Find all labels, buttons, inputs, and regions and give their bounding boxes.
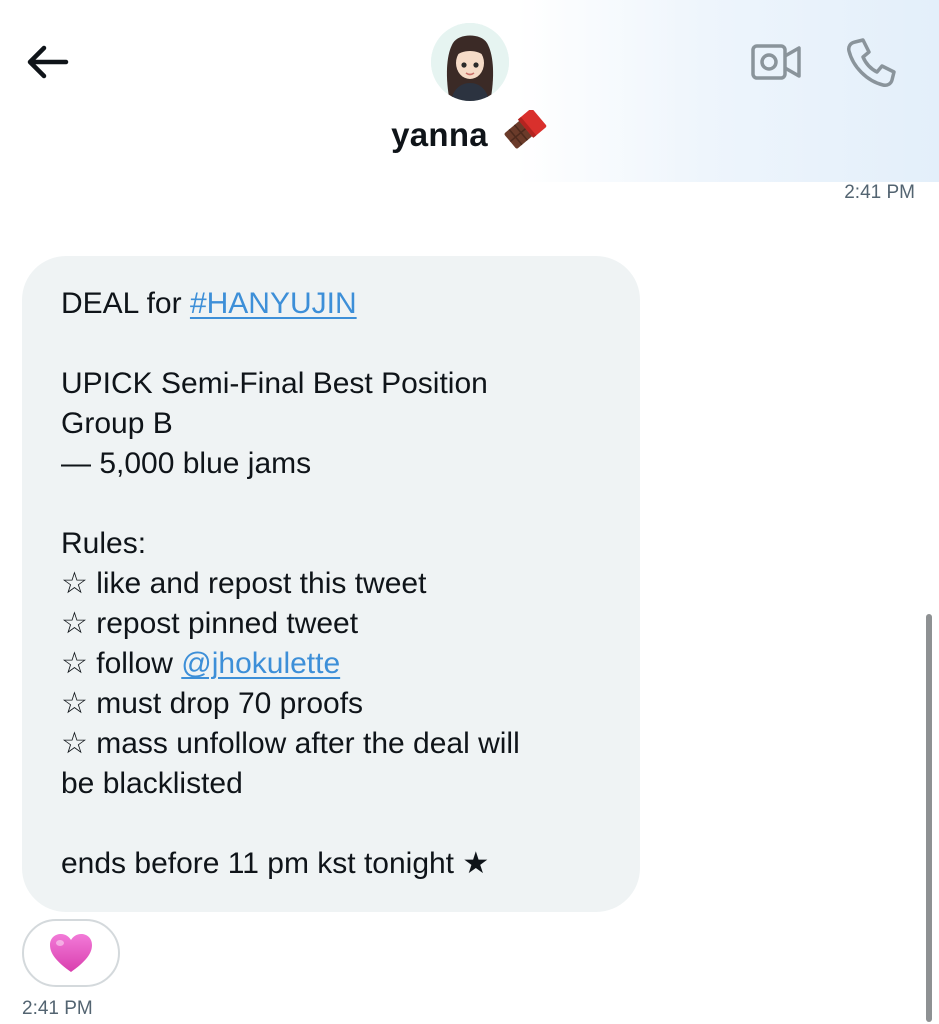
video-camera-icon xyxy=(751,44,801,80)
rule-item: ☆ repost pinned tweet xyxy=(61,607,359,640)
message-timestamp: 2:41 PM xyxy=(844,182,915,203)
avatar-image xyxy=(431,23,509,101)
closing-line: ends before 11 pm kst tonight ★ xyxy=(61,847,490,880)
mention-link[interactable]: @jhokulette xyxy=(181,647,340,680)
hashtag-link[interactable]: #HANYUJIN xyxy=(190,287,357,320)
message-line: UPICK Semi-Final Best Position xyxy=(61,367,488,400)
rule-item: ☆ mass unfollow after the deal will xyxy=(61,727,520,760)
pink-heart-icon xyxy=(50,934,92,972)
video-call-button[interactable] xyxy=(749,40,805,84)
rule-text: ☆ follow xyxy=(61,647,182,680)
avatar[interactable] xyxy=(431,23,509,101)
reaction-badge[interactable] xyxy=(22,919,120,987)
contact-name: yanna xyxy=(391,116,488,153)
message-line: Group B xyxy=(61,407,173,440)
message-text: DEAL for xyxy=(61,287,190,320)
conversation-title[interactable]: yanna xyxy=(0,109,939,158)
rule-item: ☆ must drop 70 proofs xyxy=(61,687,364,720)
chocolate-bar-icon xyxy=(500,109,548,158)
phone-icon xyxy=(847,38,896,87)
scrollbar[interactable] xyxy=(926,614,932,1022)
message-line: DEAL for #HANYUJIN xyxy=(61,284,610,324)
arrow-left-icon xyxy=(27,45,69,79)
message-bubble[interactable]: DEAL for #HANYUJIN UPICK Semi-Final Best… xyxy=(22,256,640,912)
rule-item: ☆ like and repost this tweet xyxy=(61,567,427,600)
message-timestamp: 2:41 PM xyxy=(22,998,93,1019)
rule-item: ☆ follow @jhokulette xyxy=(61,644,610,684)
message-line: — 5,000 blue jams xyxy=(61,447,312,480)
rule-item-continuation: be blacklisted xyxy=(61,767,243,800)
back-button[interactable] xyxy=(24,42,72,82)
rules-heading: Rules: xyxy=(61,527,147,560)
voice-call-button[interactable] xyxy=(843,34,899,90)
